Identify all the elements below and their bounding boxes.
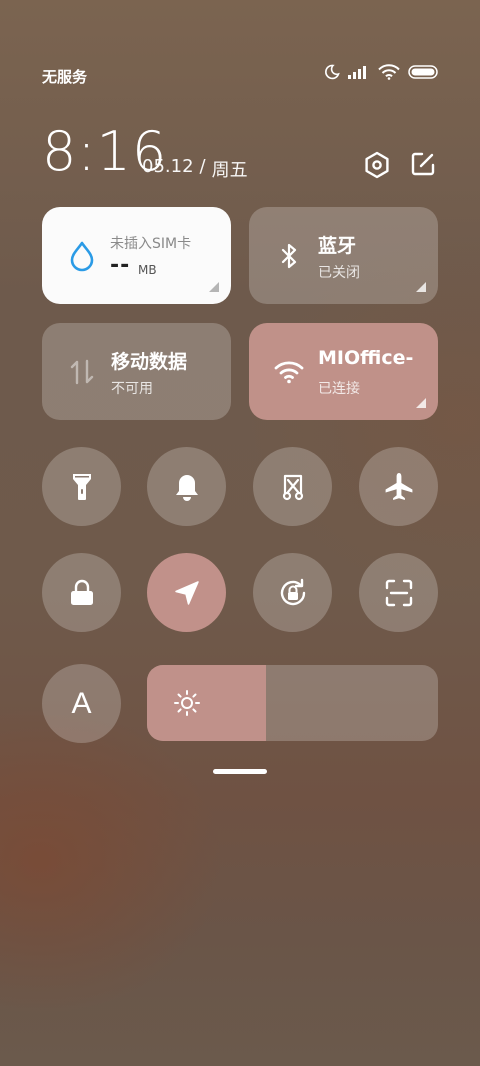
wifi-status: 已连接	[318, 381, 360, 397]
data-usage-value: --	[110, 253, 131, 278]
battery-icon	[408, 65, 438, 79]
signal-icon	[348, 66, 366, 79]
screenshot-toggle[interactable]	[253, 447, 332, 526]
rotation-lock-icon	[280, 578, 305, 605]
bluetooth-title: 蓝牙	[318, 235, 357, 257]
scissors-screenshot-icon	[282, 474, 303, 500]
lock-icon	[70, 579, 93, 605]
carrier-status: 无服务	[42, 68, 88, 86]
airplane-icon	[385, 472, 412, 500]
auto-brightness-toggle[interactable]: A	[42, 664, 121, 743]
scan-icon	[385, 579, 412, 606]
mobile-data-title: 移动数据	[111, 351, 188, 373]
status-icons	[324, 64, 438, 80]
data-arrows-icon	[70, 359, 94, 385]
rotation-lock-toggle[interactable]	[253, 553, 332, 632]
airplane-toggle[interactable]	[359, 447, 438, 526]
sim-status: 未插入SIM卡	[110, 236, 192, 252]
moon-icon	[325, 64, 340, 80]
auto-brightness-icon: A	[71, 686, 92, 720]
wifi-network-name: MIOffice-	[318, 347, 414, 369]
data-usage-unit: MB	[138, 263, 157, 277]
ring-toggle[interactable]	[147, 447, 226, 526]
weekday: 周五	[211, 160, 248, 181]
bluetooth-tile[interactable]: 蓝牙 已关闭	[249, 207, 438, 304]
wifi-icon	[378, 64, 400, 80]
home-indicator[interactable]	[213, 769, 267, 774]
expand-corner-icon	[416, 398, 426, 408]
mobile-data-tile[interactable]: 移动数据 不可用	[42, 323, 231, 420]
bluetooth-icon	[281, 243, 297, 269]
water-drop-icon	[70, 241, 94, 272]
location-toggle[interactable]	[147, 553, 226, 632]
date-separator: /	[199, 156, 206, 177]
mobile-data-status: 不可用	[111, 381, 153, 397]
flashlight-icon	[72, 473, 91, 500]
bell-icon	[175, 474, 198, 501]
edit-icon[interactable]	[409, 150, 437, 178]
bluetooth-status: 已关闭	[318, 265, 360, 281]
data-usage-tile[interactable]: 未插入SIM卡 -- MB	[42, 207, 231, 304]
lock-screen-toggle[interactable]	[42, 553, 121, 632]
brightness-level-fill	[147, 665, 267, 741]
date: 05.12	[142, 156, 194, 177]
sun-icon	[174, 690, 200, 716]
wifi-icon	[274, 361, 304, 384]
settings-hexagon-icon[interactable]	[362, 150, 392, 180]
wifi-tile[interactable]: MIOffice- 已连接	[249, 323, 438, 420]
expand-corner-icon	[209, 282, 219, 292]
location-arrow-icon	[174, 580, 199, 605]
scanner-toggle[interactable]	[359, 553, 438, 632]
flashlight-toggle[interactable]	[42, 447, 121, 526]
date-label: 05.12 / 周五	[142, 156, 248, 182]
brightness-slider[interactable]	[147, 665, 438, 741]
expand-corner-icon	[416, 282, 426, 292]
